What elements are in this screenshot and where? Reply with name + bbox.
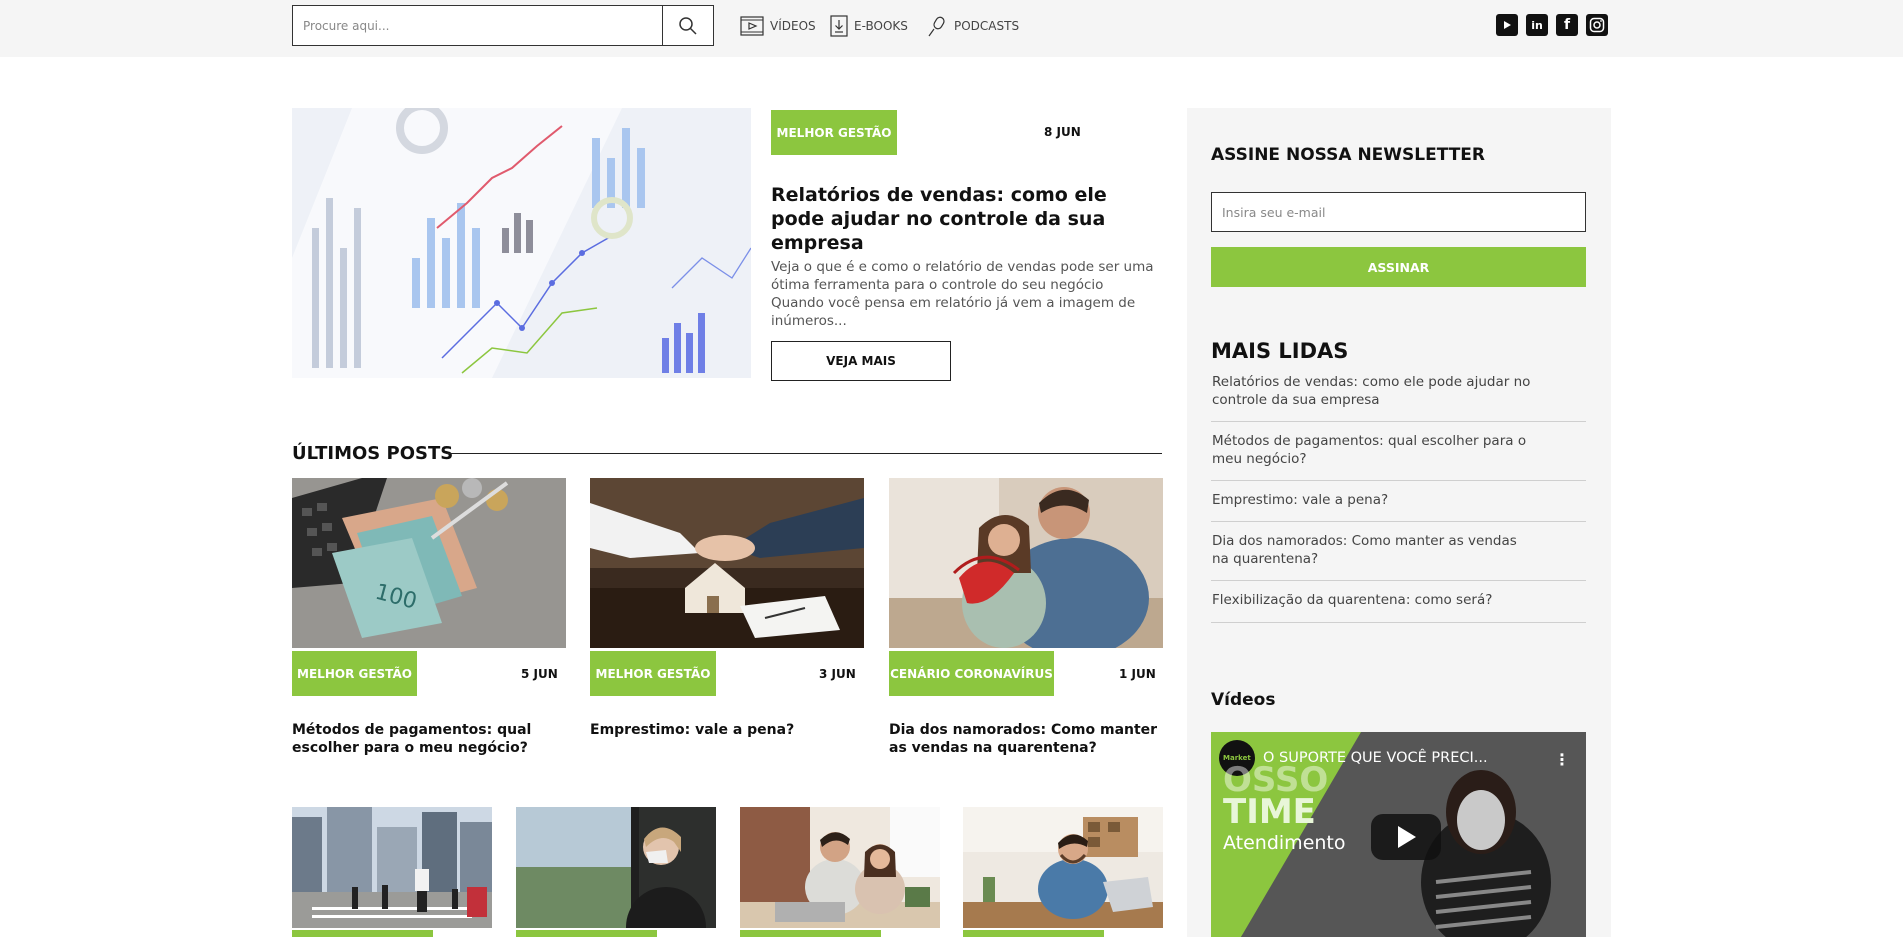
video-player[interactable]: Market O SUPORTE QUE VOCÊ PRECI... ⋮ OSS… xyxy=(1211,732,1586,937)
most-read-item[interactable]: Flexibilização da quarentena: como será? xyxy=(1212,591,1586,609)
post-date: 1 JUN xyxy=(1119,667,1156,681)
post-image-loan[interactable] xyxy=(590,478,864,648)
featured-date: 8 JUN xyxy=(1044,125,1081,139)
post-title[interactable]: Dia dos namorados: Como manter as vendas… xyxy=(889,721,1169,757)
featured-image[interactable] xyxy=(292,108,751,378)
search-input[interactable] xyxy=(293,6,663,45)
post-image-couple[interactable] xyxy=(740,807,940,928)
most-read-item[interactable]: Dia dos namorados: Como manter as vendas… xyxy=(1212,532,1532,568)
videos-heading: Vídeos xyxy=(1211,690,1276,710)
instagram-icon[interactable] xyxy=(1586,14,1608,36)
nav-ebooks[interactable]: E-BOOKS xyxy=(830,14,908,38)
featured-title[interactable]: Relatórios de vendas: como ele pode ajud… xyxy=(771,183,1151,255)
section-divider xyxy=(446,453,1162,454)
read-more-button[interactable]: VEJA MAIS xyxy=(771,341,951,381)
post-image-laptop[interactable] xyxy=(963,807,1163,928)
nav-podcasts[interactable]: PODCASTS xyxy=(926,14,1019,38)
divider xyxy=(1211,580,1586,581)
post-image-valentines[interactable] xyxy=(889,478,1163,648)
post-title[interactable]: Métodos de pagamentos: qual escolher par… xyxy=(292,721,572,757)
post-category-tag[interactable]: MELHOR GESTÃO xyxy=(590,651,716,696)
latest-posts-heading: ÚLTIMOS POSTS xyxy=(292,443,454,464)
post-category-tag[interactable]: MELHOR GESTÃO xyxy=(292,651,417,696)
post-category-tag[interactable] xyxy=(292,930,433,937)
search-button[interactable] xyxy=(662,6,713,45)
featured-excerpt: Veja o que é e como o relatório de venda… xyxy=(771,259,1154,329)
featured-category-tag[interactable]: MELHOR GESTÃO xyxy=(771,110,897,155)
post-category-tag[interactable]: CENÁRIO CORONAVÍRUS xyxy=(889,651,1054,696)
post-date: 5 JUN xyxy=(521,667,558,681)
divider xyxy=(1211,421,1586,422)
post-category-tag[interactable] xyxy=(516,930,657,937)
divider xyxy=(1211,480,1586,481)
more-options-icon[interactable]: ⋮ xyxy=(1554,750,1570,769)
post-image-payment[interactable]: 100 xyxy=(292,478,566,648)
divider xyxy=(1211,521,1586,522)
post-category-tag[interactable] xyxy=(963,930,1104,937)
video-overlay-subtitle: Atendimento xyxy=(1223,832,1346,854)
linkedin-icon[interactable]: in xyxy=(1526,14,1548,36)
post-image-city[interactable] xyxy=(292,807,492,928)
subscribe-button[interactable]: ASSINAR xyxy=(1211,247,1586,287)
nav-label: E-BOOKS xyxy=(854,19,908,33)
post-date: 3 JUN xyxy=(819,667,856,681)
most-read-item[interactable]: Emprestimo: vale a pena? xyxy=(1212,491,1586,509)
search-icon xyxy=(679,16,697,35)
newsletter-heading: ASSINE NOSSA NEWSLETTER xyxy=(1211,145,1486,165)
facebook-icon[interactable]: f xyxy=(1556,14,1578,36)
post-title[interactable]: Emprestimo: vale a pena? xyxy=(590,721,870,739)
newsletter-email-field[interactable] xyxy=(1211,192,1586,232)
divider xyxy=(1211,622,1586,623)
download-icon xyxy=(830,15,848,37)
nav-label: PODCASTS xyxy=(954,19,1020,33)
video-overlay-text: TIME xyxy=(1223,792,1316,832)
search-box xyxy=(292,5,714,46)
most-read-item[interactable]: Métodos de pagamentos: qual escolher par… xyxy=(1212,432,1532,468)
most-read-item[interactable]: Relatórios de vendas: como ele pode ajud… xyxy=(1212,373,1532,409)
microphone-icon xyxy=(928,16,945,37)
nav-videos[interactable]: VÍDEOS xyxy=(740,14,816,38)
post-category-tag[interactable] xyxy=(740,930,881,937)
nav-label: VÍDEOS xyxy=(770,19,816,33)
youtube-icon[interactable] xyxy=(1496,14,1518,36)
video-icon xyxy=(740,16,764,36)
most-read-heading: MAIS LIDAS xyxy=(1211,339,1349,363)
post-image-mask[interactable] xyxy=(516,807,716,928)
